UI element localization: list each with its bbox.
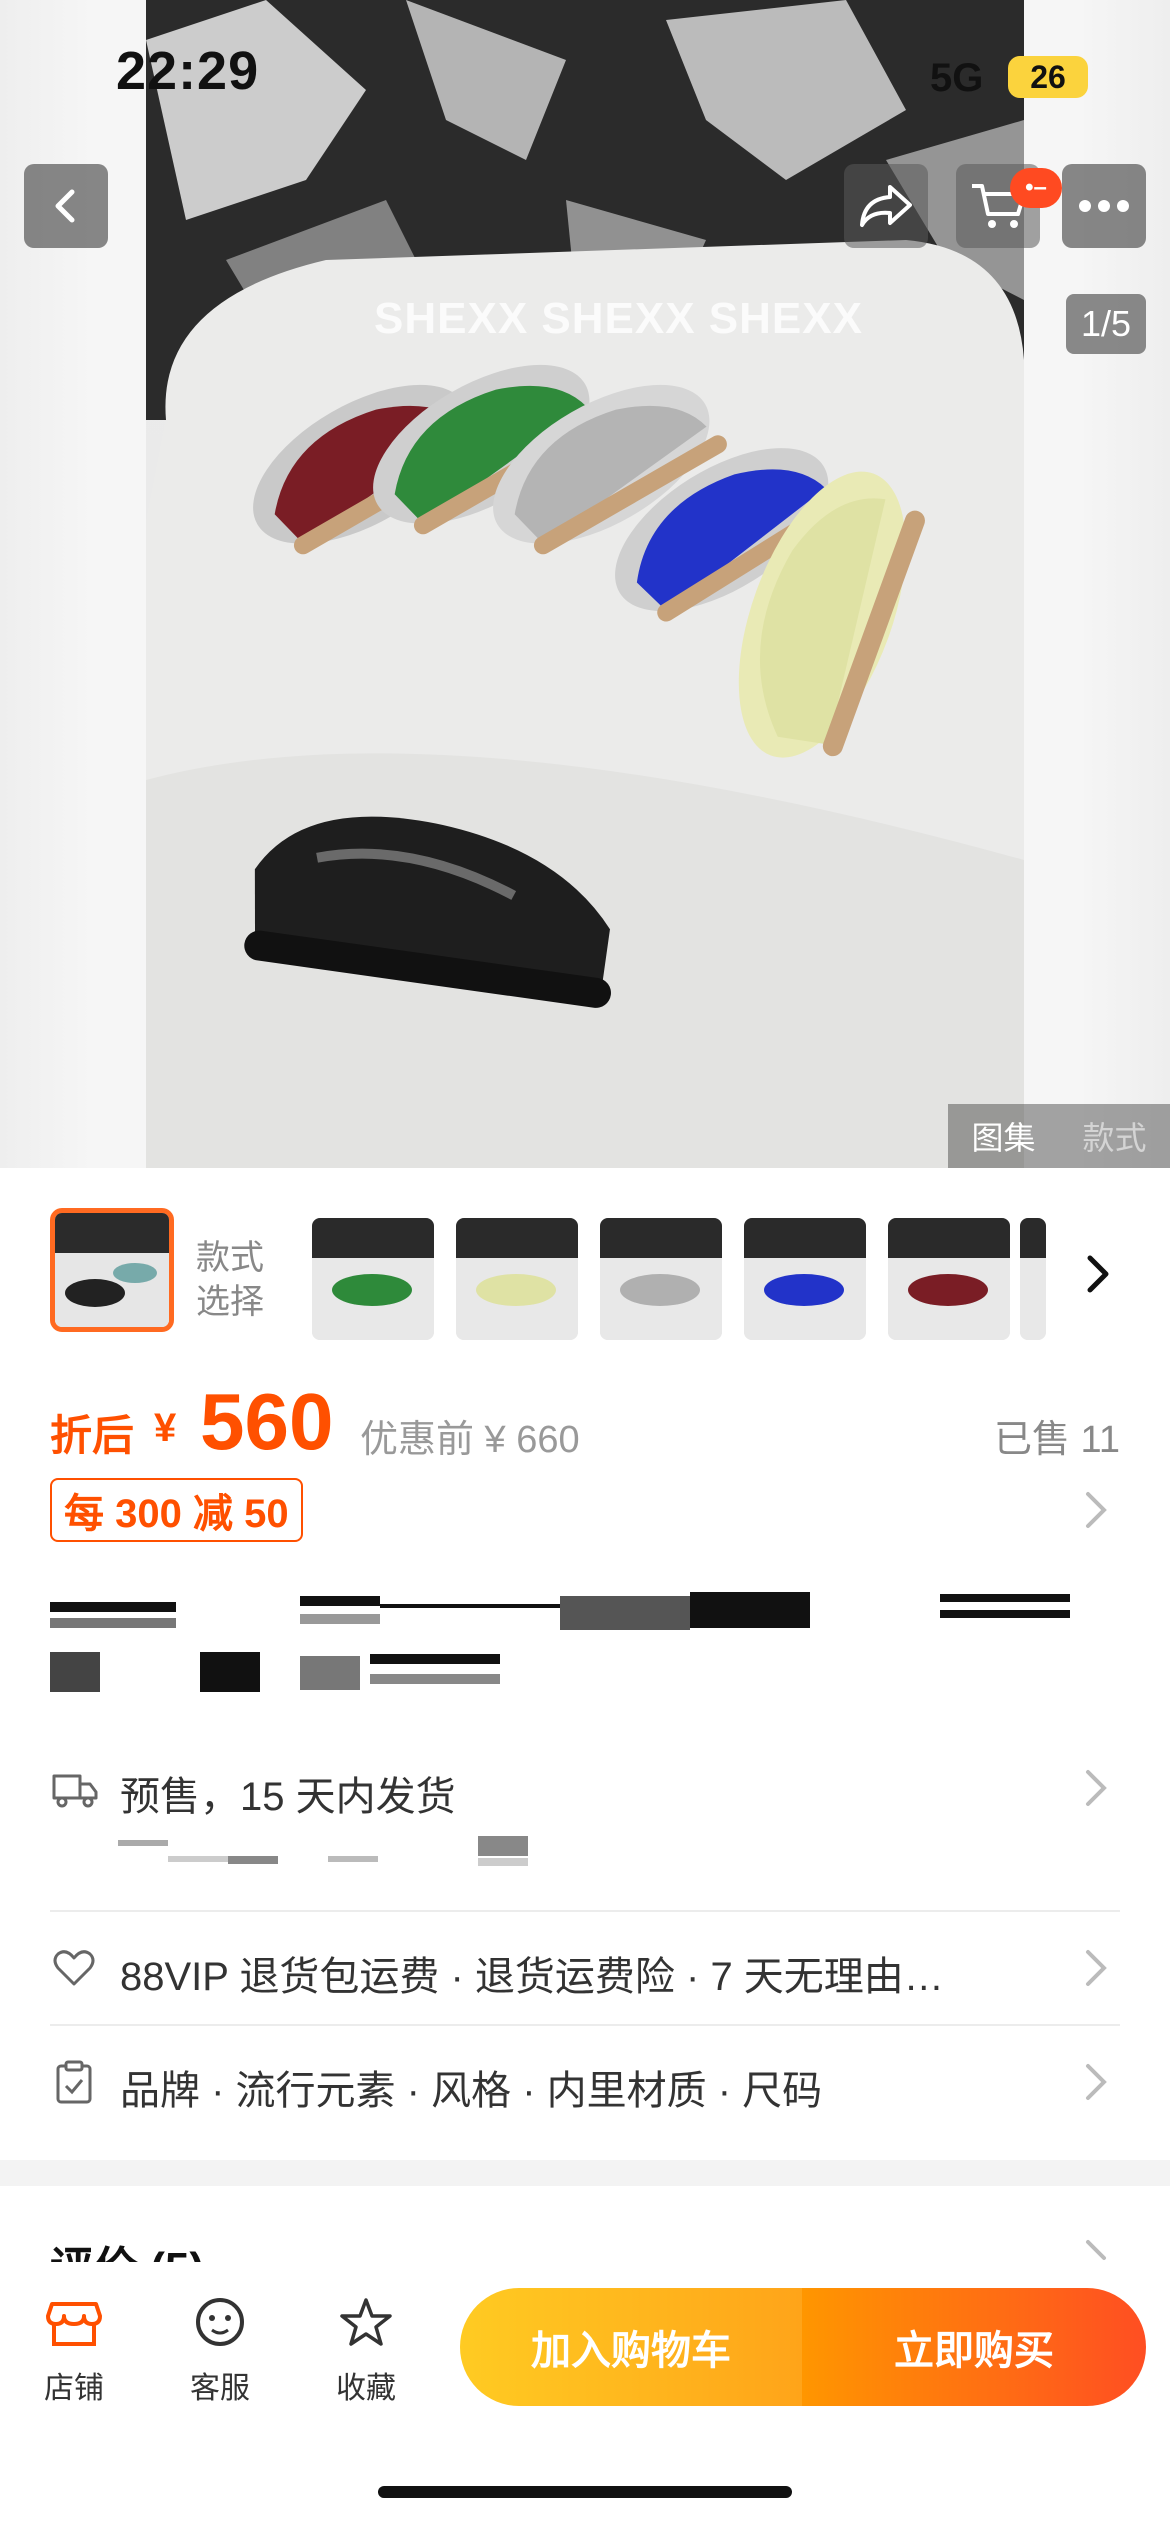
home-indicator[interactable] [378, 2486, 792, 2498]
service-label: 客服 [190, 2372, 250, 2405]
chevron-right-icon[interactable] [1084, 2238, 1108, 2268]
tab-gallery[interactable]: 图集 [971, 1113, 1035, 1159]
back-button[interactable] [24, 164, 108, 248]
guarantee-row[interactable]: 88VIP 退货包运费 · 退货运费险 · 7 天无理由… [50, 1944, 1120, 1999]
chevron-right-icon[interactable] [1084, 2062, 1108, 2102]
clipboard-icon [56, 2060, 92, 2104]
chevron-right-icon[interactable] [1084, 1490, 1108, 1530]
battery-level: 26 [1030, 58, 1066, 95]
thumbnail-style-5[interactable] [888, 1218, 1010, 1340]
coupon-badge[interactable]: 每 300 减 50 [50, 1478, 303, 1542]
price-currency: ¥ [154, 1406, 177, 1450]
thumbnail-style-1[interactable] [312, 1218, 434, 1340]
divider [50, 1910, 1120, 1912]
share-button[interactable] [844, 164, 928, 248]
chevron-right-icon[interactable] [1084, 1948, 1108, 1988]
attributes-text: 品牌 · 流行元素 · 风格 · 内里材质 · 尺码 [120, 2069, 823, 2113]
add-to-cart-button[interactable]: 加入购物车 [460, 2288, 802, 2406]
purchase-buttons: 加入购物车 立即购买 [460, 2288, 1146, 2406]
product-image-gallery[interactable]: 22:29 5G 26 •– 1/5 SHEXX SHEXX SHEXX 图集 … [0, 0, 1170, 1168]
share-icon [860, 185, 912, 227]
battery-indicator: 26 [1008, 56, 1088, 98]
chevron-right-icon[interactable] [1084, 1768, 1108, 1808]
shipping-detail-redacted [118, 1836, 528, 1866]
tab-styles[interactable]: 款式 [1082, 1113, 1146, 1159]
price-amount: 560 [200, 1377, 334, 1466]
customer-service-button[interactable]: 客服 [170, 2296, 270, 2407]
status-network: 5G [930, 56, 984, 100]
image-watermark: SHEXX SHEXX SHEXX [374, 294, 863, 343]
discount-label: 折后 [50, 1412, 135, 1459]
guarantee-text: 88VIP 退货包运费 · 退货运费险 · 7 天无理由… [120, 1955, 944, 1999]
status-time: 22:29 [116, 41, 260, 101]
shop-label: 店铺 [44, 2372, 104, 2405]
style-thumbnails: 款式 选择 [0, 1208, 1170, 1350]
heart-icon [53, 1950, 95, 1986]
thumbnail-selected[interactable] [50, 1208, 174, 1332]
more-button[interactable] [1062, 164, 1146, 248]
more-icon [1079, 200, 1129, 212]
gallery-tabs: 图集 款式 [948, 1104, 1170, 1168]
thumbnail-style-2[interactable] [456, 1218, 578, 1340]
thumbnail-style-6[interactable] [1020, 1218, 1046, 1340]
star-icon [340, 2298, 392, 2346]
image-page-indicator: 1/5 [1066, 294, 1146, 354]
service-icon [196, 2298, 244, 2346]
shipping-text: 预售，15 天内发货 [120, 1775, 456, 1819]
divider [50, 2024, 1120, 2026]
sold-count: 已售 11 [993, 1419, 1120, 1461]
truck-icon [52, 1774, 98, 1808]
attributes-row[interactable]: 品牌 · 流行元素 · 风格 · 内里材质 · 尺码 [50, 2058, 1120, 2113]
original-price: 优惠前 ¥ 660 [360, 1419, 580, 1461]
chevron-right-icon[interactable] [1080, 1252, 1116, 1296]
shop-button[interactable]: 店铺 [24, 2296, 124, 2407]
product-title-redacted [50, 1592, 1070, 1702]
buy-now-button[interactable]: 立即购买 [802, 2288, 1146, 2406]
style-select-label[interactable]: 款式 选择 [196, 1236, 276, 1324]
favorite-button[interactable]: 收藏 [316, 2296, 416, 2407]
shipping-row[interactable]: 预售，15 天内发货 [50, 1764, 1120, 1819]
reviews-title[interactable]: 评价 (5) [50, 2232, 204, 2262]
thumbnail-style-4[interactable] [744, 1218, 866, 1340]
back-icon [55, 189, 75, 223]
shop-icon [46, 2302, 102, 2346]
thumbnail-style-3[interactable] [600, 1218, 722, 1340]
price-row: 折后 ¥ 560 优惠前 ¥ 660 已售 11 [50, 1377, 1120, 1466]
section-gap [0, 2160, 1170, 2186]
favorite-label: 收藏 [336, 2372, 396, 2405]
cart-badge: •– [1010, 168, 1062, 208]
